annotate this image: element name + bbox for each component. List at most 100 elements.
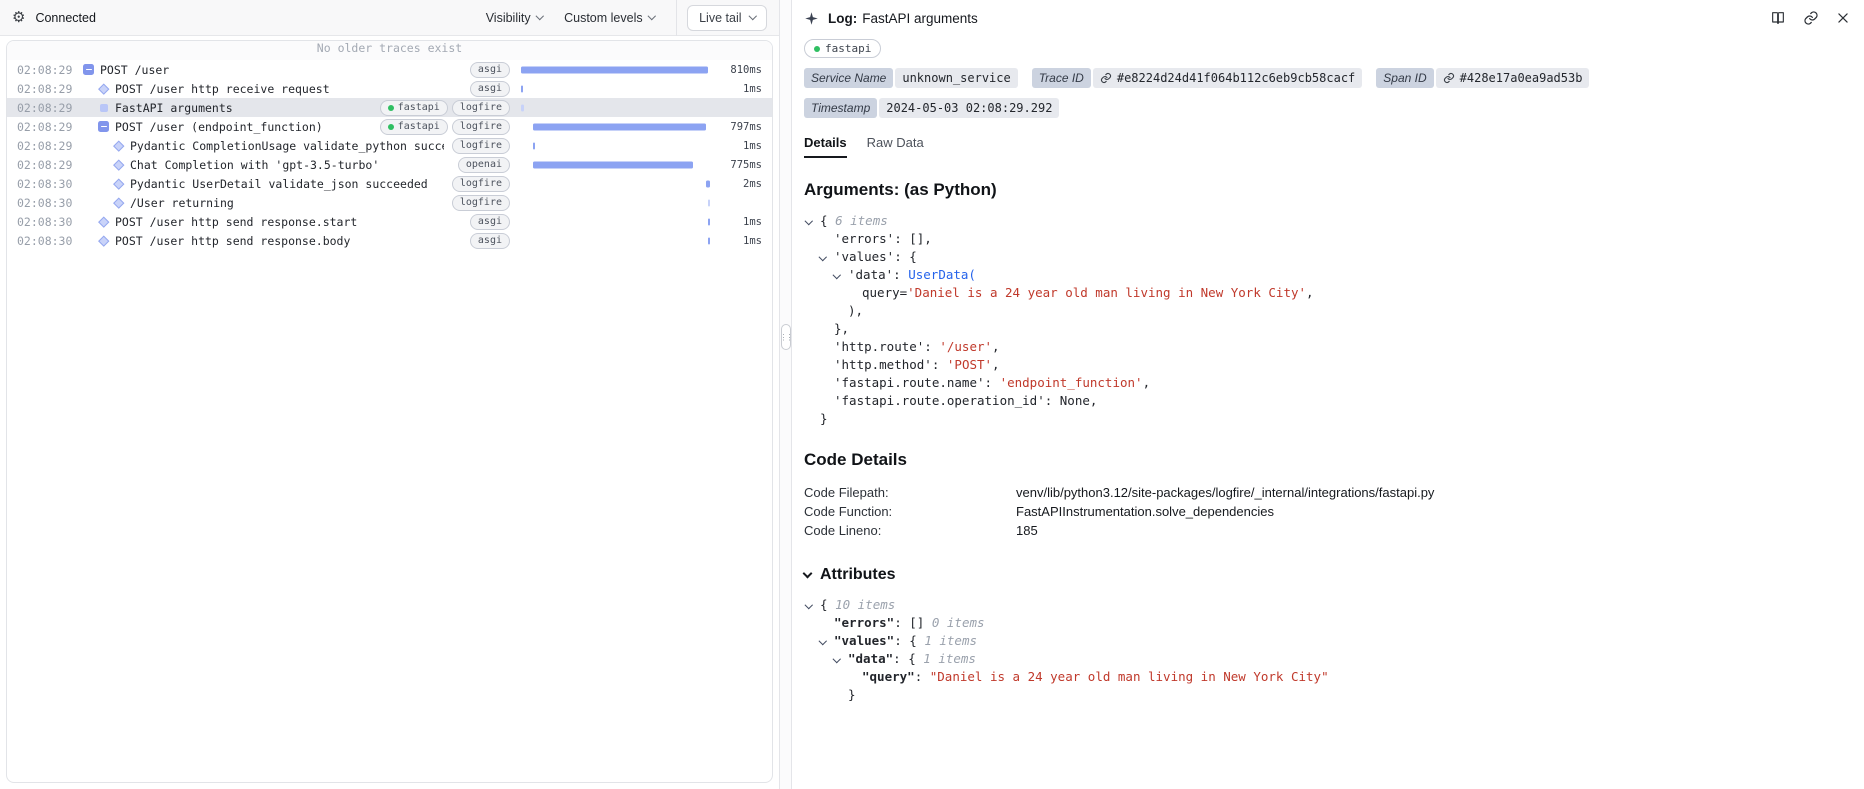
code-filepath-value: venv/lib/python3.12/site-packages/logfir… (1016, 483, 1434, 502)
code-details-heading: Code Details (804, 450, 1864, 470)
tree-text: , (992, 339, 1000, 354)
tree-text: 10 items (835, 597, 895, 612)
trace-id-text: #e8224d24d41f064b112c6eb9cb58cacf (1117, 71, 1355, 85)
chevron-down-icon (535, 12, 543, 20)
live-tail-label: Live tail (699, 11, 741, 25)
tree-line: 'errors': [], (804, 230, 1864, 248)
tab-details[interactable]: Details (804, 135, 847, 158)
tree-text: : [] (894, 615, 932, 630)
custom-levels-dropdown[interactable]: Custom levels (564, 11, 654, 25)
tree-text: 0 items (932, 615, 985, 630)
trace-row-tree: Chat Completion with 'gpt-3.5-turbo' (83, 158, 450, 172)
tree-text: query= (862, 285, 907, 300)
trace-tag: logfire (452, 119, 510, 135)
trace-row-tree: POST /user http send response.body (83, 234, 462, 248)
collapse-chevron-icon[interactable] (819, 636, 827, 644)
duration-bar-area (520, 60, 712, 79)
trace-row-tags: asgi (470, 81, 510, 97)
log-diamond-icon (98, 218, 115, 226)
log-diamond-icon (113, 142, 130, 150)
log-diamond-icon (113, 180, 130, 188)
trace-row[interactable]: 02:08:30/User returninglogfire (7, 193, 772, 212)
fastapi-tag: fastapi (804, 39, 881, 58)
collapse-chevron-icon[interactable] (833, 654, 841, 662)
trace-row-tags: logfire (452, 138, 510, 154)
visibility-label: Visibility (486, 11, 531, 25)
timestamp-group: Timestamp 2024-05-03 02:08:29.292 (804, 98, 1059, 118)
panel-resizer[interactable] (780, 0, 792, 789)
duration-bar-area (520, 155, 712, 174)
trace-row[interactable]: 02:08:30Pydantic UserDetail validate_jso… (7, 174, 772, 193)
trace-row[interactable]: 02:08:29 FastAPI arguments fastapilogfire (7, 98, 772, 117)
detail-header: Log:FastAPI arguments (802, 0, 1864, 36)
trace-row-time: 02:08:30 (17, 215, 83, 229)
collapse-chevron-icon[interactable] (819, 252, 827, 260)
collapse-chevron-icon[interactable] (805, 600, 813, 608)
trace-id-group: Trace ID #e8224d24d41f064b112c6eb9cb58ca… (1032, 68, 1363, 88)
tree-text: ), (848, 303, 863, 318)
trace-row[interactable]: 02:08:29POST /user http receive requesta… (7, 79, 772, 98)
trace-row-tags: asgi (470, 233, 510, 249)
trace-row-time: 02:08:30 (17, 177, 83, 191)
span-id-text: #428e17a0ea9ad53b (1460, 71, 1583, 85)
duration-label: 1ms (712, 216, 762, 228)
trace-row[interactable]: 02:08:29POST /userasgi810ms (7, 60, 772, 79)
trace-row[interactable]: 02:08:29Pydantic CompletionUsage validat… (7, 136, 772, 155)
tree-line: } (804, 410, 1864, 428)
service-name-value: unknown_service (895, 68, 1017, 88)
trace-id-value[interactable]: #e8224d24d41f064b112c6eb9cb58cacf (1093, 68, 1362, 88)
duration-bar (533, 161, 693, 168)
visibility-dropdown[interactable]: Visibility (486, 11, 542, 25)
meta-row-identifiers: Service Name unknown_service Trace ID #e… (804, 68, 1864, 88)
trace-row-tags: fastapilogfire (380, 100, 510, 116)
trace-tag: logfire (452, 100, 510, 116)
collapse-chevron-icon[interactable] (805, 216, 813, 224)
trace-row-tags: logfire (452, 195, 510, 211)
trace-row[interactable]: 02:08:29POST /user (endpoint_function)fa… (7, 117, 772, 136)
trace-row-time: 02:08:29 (17, 82, 83, 96)
tree-text: 'errors': [], (834, 231, 932, 246)
resize-grip-icon[interactable] (781, 324, 791, 350)
tab-raw-data[interactable]: Raw Data (867, 135, 924, 158)
span-id-value[interactable]: #428e17a0ea9ad53b (1436, 68, 1590, 88)
duration-label: 2ms (712, 178, 762, 190)
duration-bar-area (520, 212, 712, 231)
span-collapse-icon[interactable] (98, 121, 115, 132)
settings-gear-icon[interactable] (12, 10, 25, 25)
trace-row-time: 02:08:29 (17, 158, 83, 172)
chain-link-icon (1443, 72, 1455, 84)
tree-text: : { (894, 633, 924, 648)
trace-row-time: 02:08:29 (17, 101, 83, 115)
trace-row[interactable]: 02:08:30POST /user http send response.bo… (7, 231, 772, 250)
live-tail-dropdown[interactable]: Live tail (687, 5, 767, 31)
tree-text: }, (834, 321, 849, 336)
code-details-table: Code Filepath: venv/lib/python3.12/site-… (804, 483, 1864, 540)
link-icon[interactable] (1803, 10, 1819, 26)
span-id-label: Span ID (1376, 68, 1433, 88)
trace-row[interactable]: 02:08:29Chat Completion with 'gpt-3.5-tu… (7, 155, 772, 174)
service-name-label: Service Name (804, 68, 893, 88)
tree-text: 6 items (835, 213, 888, 228)
close-icon[interactable] (1836, 11, 1850, 25)
tree-line: 'http.route': '/user', (804, 338, 1864, 356)
collapse-chevron-icon (803, 568, 813, 578)
tree-text: "Daniel is a 24 year old man living in N… (930, 669, 1329, 684)
span-id-group: Span ID #428e17a0ea9ad53b (1376, 68, 1589, 88)
tree-line: "query": "Daniel is a 24 year old man li… (804, 668, 1864, 686)
log-square-icon (98, 104, 115, 112)
attributes-heading[interactable]: Attributes (804, 566, 1864, 584)
book-icon[interactable] (1770, 10, 1786, 26)
trace-row[interactable]: 02:08:30POST /user http send response.st… (7, 212, 772, 231)
duration-bar (708, 199, 710, 206)
collapse-chevron-icon[interactable] (833, 270, 841, 278)
tree-text: 'fastapi.route.operation_id': None, (834, 393, 1097, 408)
trace-row-tree: /User returning (83, 196, 444, 210)
panel-title-prefix: Log: (828, 11, 857, 26)
log-spark-icon (804, 11, 819, 26)
duration-bar (708, 237, 710, 244)
trace-row-name: FastAPI arguments (115, 101, 233, 115)
duration-bar-area (520, 79, 712, 98)
span-collapse-icon[interactable] (83, 64, 100, 75)
trace-row-tags: fastapilogfire (380, 119, 510, 135)
duration-label: 1ms (712, 235, 762, 247)
